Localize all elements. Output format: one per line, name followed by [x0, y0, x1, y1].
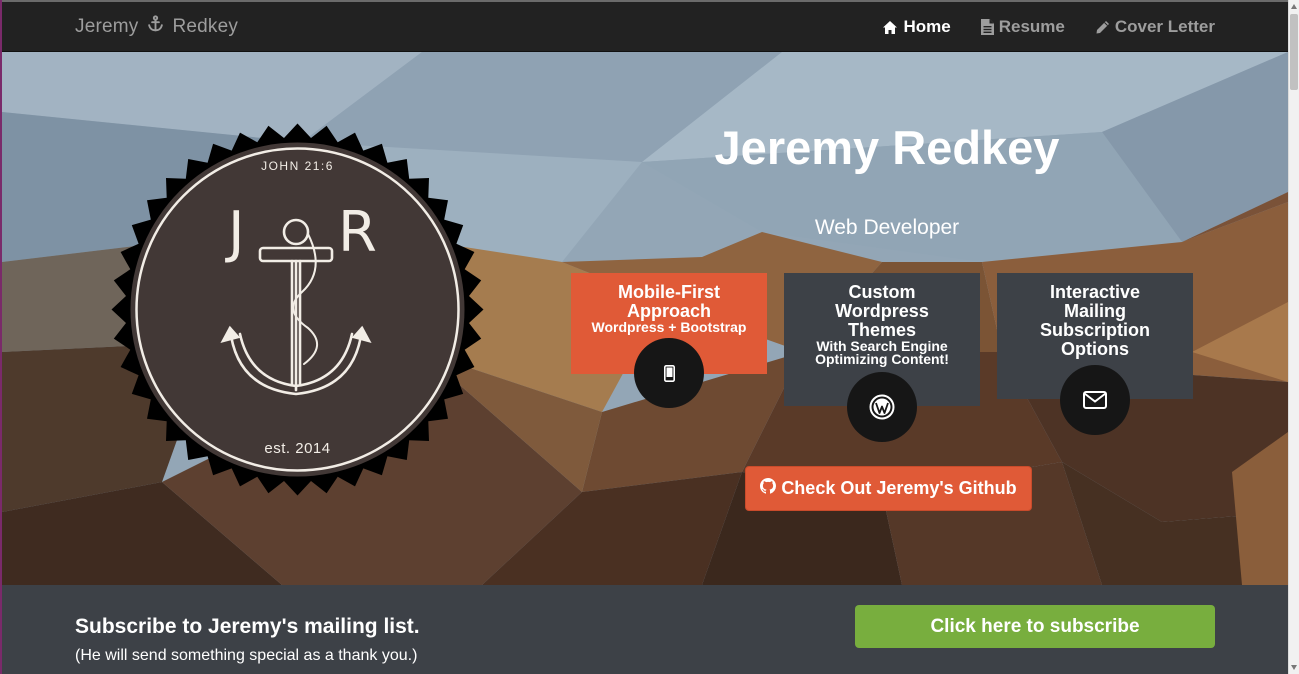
- pencil-icon: [1095, 20, 1110, 35]
- wordpress-icon: [847, 372, 917, 442]
- scrollbar-thumb[interactable]: [1290, 14, 1298, 90]
- mobile-phone-icon: [634, 338, 704, 408]
- file-text-icon: [980, 19, 994, 35]
- hero-subtitle: Web Developer: [814, 216, 960, 239]
- feature-title: Custom Wordpress Themes: [835, 282, 929, 340]
- feature-card-wordpress-themes: Custom Wordpress Themes With Search Engi…: [784, 273, 980, 442]
- logo-verse: JOHN 21:6: [261, 159, 334, 173]
- scroll-down-arrow-icon[interactable]: [1291, 665, 1297, 670]
- github-icon: [760, 478, 777, 499]
- logo-established: est. 2014: [264, 440, 331, 457]
- feature-title: Mobile-First Approach: [618, 282, 720, 321]
- nav-menu: Home Resume Cover Letter: [882, 2, 1215, 52]
- nav-item-label: Home: [903, 17, 951, 36]
- browser-viewport: Jeremy Redkey Home Resume Cover Letter J…: [2, 2, 1288, 674]
- feature-title: Interactive Mailing Subscription Options: [1039, 282, 1150, 359]
- navbar: Jeremy Redkey Home Resume Cover Letter: [2, 2, 1288, 52]
- feature-subtitle: With Search Engine Optimizing Content!: [815, 338, 949, 367]
- feature-subtitle: Wordpress + Bootstrap: [591, 319, 747, 335]
- hero-section: JOHN 21:6 J R est. 2014 Jeremy Redkey We…: [2, 52, 1288, 585]
- logo-initial-r: R: [338, 200, 377, 265]
- subscribe-button[interactable]: Click here to subscribe: [855, 605, 1215, 648]
- envelope-icon: [1060, 365, 1130, 435]
- logo-initial-j: J: [228, 200, 245, 265]
- subscribe-note: (He will send something special as a tha…: [75, 647, 418, 664]
- feature-card-mailing-options: Interactive Mailing Subscription Options: [997, 273, 1193, 435]
- github-button[interactable]: Check Out Jeremy's Github: [745, 466, 1032, 511]
- nav-item-home[interactable]: Home: [882, 17, 951, 37]
- brand-first-name: Jeremy: [75, 16, 139, 37]
- vertical-scrollbar[interactable]: [1288, 0, 1299, 674]
- nav-item-cover-letter[interactable]: Cover Letter: [1095, 17, 1215, 37]
- jr-anchor-logo-badge: JOHN 21:6 J R est. 2014: [110, 122, 485, 497]
- anchor-icon: [147, 15, 164, 38]
- subscribe-section: Subscribe to Jeremy's mailing list. (He …: [2, 585, 1288, 674]
- scroll-up-arrow-icon[interactable]: [1291, 4, 1297, 9]
- home-icon: [882, 20, 898, 35]
- brand-link[interactable]: Jeremy Redkey: [75, 15, 238, 38]
- window-left-edge: [0, 0, 2, 674]
- nav-item-resume[interactable]: Resume: [980, 17, 1065, 37]
- hero-title: Jeremy Redkey: [714, 121, 1060, 174]
- window-top-edge: [0, 0, 1288, 2]
- feature-card-mobile-first: Mobile-First Approach Wordpress + Bootst…: [571, 273, 767, 408]
- nav-item-label: Cover Letter: [1114, 17, 1215, 36]
- nav-item-label: Resume: [998, 17, 1065, 36]
- github-button-label: Check Out Jeremy's Github: [781, 478, 1017, 498]
- brand-last-name: Redkey: [172, 16, 239, 37]
- subscribe-heading: Subscribe to Jeremy's mailing list.: [75, 615, 420, 638]
